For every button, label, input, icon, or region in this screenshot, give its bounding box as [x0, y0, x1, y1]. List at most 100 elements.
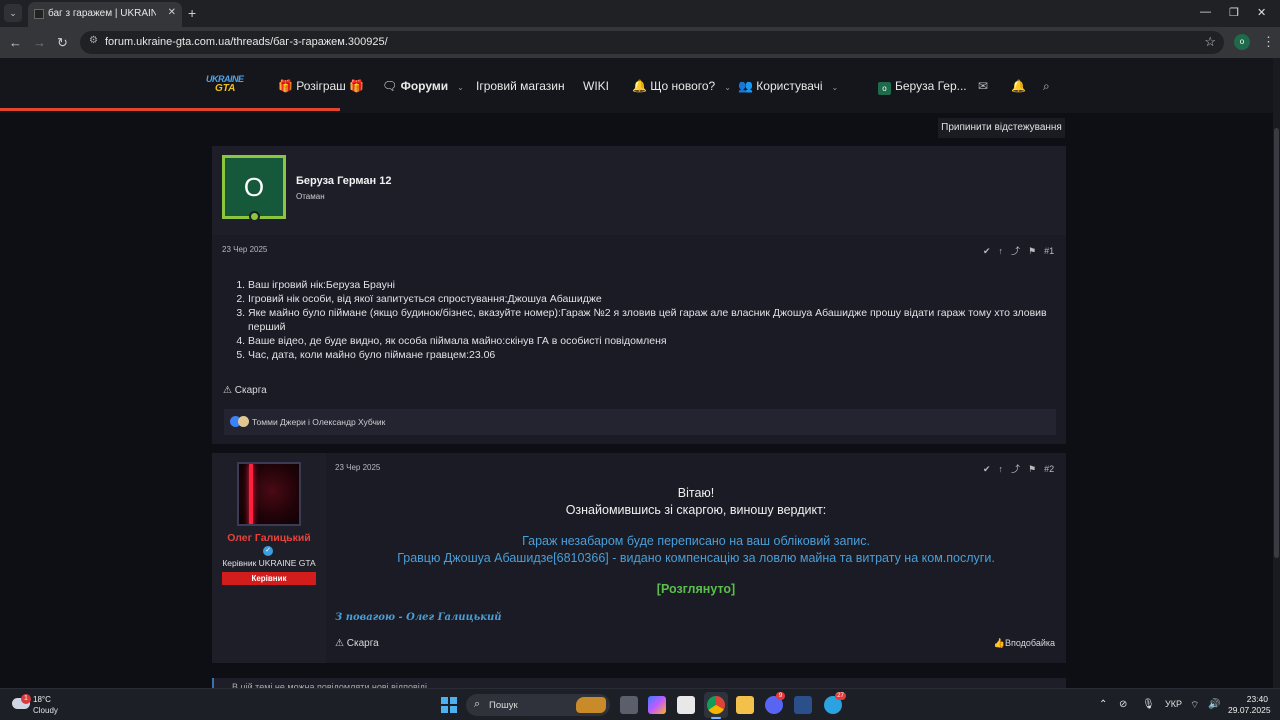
- post-1: O Беруза Герман 12 Отаман 23 Чер 2025 ✔ ↑…: [212, 146, 1066, 444]
- file-explorer-icon[interactable]: [736, 696, 754, 714]
- back-icon[interactable]: ←: [9, 35, 22, 50]
- reactions-bar[interactable]: Томми Джери і Олександр Хубчик: [224, 409, 1056, 435]
- verdict-intro: Ознайомившись зі скаргою, виношу вердикт…: [565, 503, 827, 517]
- check-icon[interactable]: ✔: [983, 464, 991, 474]
- volume-icon[interactable]: 🔊: [1208, 699, 1220, 710]
- list-item: Час, дата, коли майно було піймане гравц…: [248, 348, 1063, 362]
- chevron-down-icon[interactable]: ⌄: [724, 83, 731, 92]
- users-icon: 👥: [738, 79, 753, 93]
- author-name[interactable]: Беруза Герман 12: [296, 175, 391, 187]
- warning-icon: ⚠: [223, 385, 232, 396]
- windows-taskbar: 1 18°C Cloudy ⌕ Пошук 9 27 ⌃ ⊘ 🎙 УКР ⌔ 🔊…: [0, 688, 1280, 720]
- page-scrollbar[interactable]: [1273, 58, 1280, 688]
- microphone-icon[interactable]: 🎙: [1142, 699, 1155, 710]
- reactions-text[interactable]: Томми Джери і Олександр Хубчик: [252, 417, 385, 427]
- tab-search-button[interactable]: ⌄: [4, 4, 22, 22]
- site-info-icon[interactable]: ⚙: [86, 35, 101, 50]
- check-icon[interactable]: ✔: [983, 246, 991, 256]
- tab-close-icon[interactable]: ✕: [168, 7, 176, 18]
- chevron-up-icon[interactable]: ⌃: [1099, 699, 1107, 710]
- report-label: Скарга: [234, 385, 267, 396]
- upvote-icon[interactable]: ↑: [999, 464, 1004, 474]
- store-icon[interactable]: [677, 696, 695, 714]
- bookmark-icon[interactable]: ⚑: [1028, 464, 1036, 474]
- scrollbar-thumb[interactable]: [1274, 128, 1279, 558]
- bookmark-star-icon[interactable]: ☆: [1204, 34, 1216, 50]
- author-name[interactable]: Олег Галицький: [212, 532, 326, 544]
- nav-forums-label: Форуми: [400, 79, 449, 93]
- language-indicator[interactable]: УКР: [1165, 699, 1182, 709]
- nav-whats-new[interactable]: 🔔 Що нового? ⌄: [632, 79, 731, 93]
- account-menu[interactable]: o Беруза Гер...: [878, 79, 967, 95]
- chrome-icon[interactable]: [707, 696, 725, 714]
- laugh-reaction-icon: [238, 416, 249, 427]
- report-button[interactable]: ⚠ Скарга: [223, 385, 267, 396]
- nav-wiki[interactable]: WIKI: [583, 79, 609, 93]
- nav-giveaway[interactable]: 🎁 Розіграш 🎁: [278, 79, 364, 93]
- search-highlight-image: [576, 697, 606, 713]
- nav-whats-new-label: Що нового?: [650, 79, 716, 93]
- avatar[interactable]: O: [222, 155, 286, 222]
- search-icon[interactable]: ⌕: [1043, 79, 1050, 94]
- minimize-icon[interactable]: —: [1200, 6, 1211, 18]
- logo-text-bottom: GTA: [215, 83, 236, 94]
- taskbar-search[interactable]: ⌕ Пошук: [466, 694, 610, 716]
- avatar[interactable]: [237, 462, 301, 526]
- nav-giveaway-label: 🎁 Розіграш 🎁: [278, 79, 365, 93]
- chevron-down-icon[interactable]: ⌄: [457, 83, 464, 92]
- share-icon[interactable]: ⤴: [1011, 246, 1020, 256]
- site-favicon-icon: [34, 9, 44, 19]
- windows-start-icon[interactable]: [441, 697, 457, 713]
- restore-icon[interactable]: ❐: [1229, 6, 1239, 19]
- bookmark-icon[interactable]: ⚑: [1028, 246, 1036, 256]
- url-text[interactable]: forum.ukraine-gta.com.ua/threads/баг-з-г…: [105, 36, 388, 48]
- alerts-bell-icon[interactable]: 🔔: [1011, 79, 1026, 93]
- report-button[interactable]: ⚠ Скарга: [335, 638, 379, 649]
- share-icon[interactable]: ⤴: [1011, 464, 1020, 474]
- app-icon[interactable]: [794, 696, 812, 714]
- account-name: Беруза Гер...: [895, 79, 967, 93]
- post-date[interactable]: 23 Чер 2025: [222, 245, 267, 254]
- avatar-image: [249, 464, 253, 524]
- system-clock[interactable]: 23:40 29.07.2025: [1228, 694, 1271, 716]
- nav-members[interactable]: 👥 Користувачі ⌄: [738, 79, 838, 93]
- address-bar[interactable]: ⚙ forum.ukraine-gta.com.ua/threads/баг-з…: [80, 31, 1224, 54]
- post-2-body: 23 Чер 2025 ✔ ↑ ⤴ ⚑ #2 Вітаю! Ознайомившись …: [326, 453, 1066, 663]
- discord-badge: 9: [776, 692, 785, 700]
- post-number[interactable]: #2: [1044, 464, 1054, 474]
- site-logo[interactable]: UKRAINE GTA: [206, 74, 246, 96]
- wifi-icon[interactable]: ⌔: [1190, 699, 1199, 712]
- browser-menu-icon[interactable]: ⋮: [1262, 34, 1275, 50]
- verified-icon: ✓: [263, 546, 273, 556]
- report-label: Скарга: [346, 638, 379, 649]
- envelope-icon[interactable]: ✉: [978, 79, 988, 93]
- reload-icon[interactable]: ↻: [57, 35, 68, 51]
- post-date[interactable]: 23 Чер 2025: [335, 463, 380, 472]
- post-1-author-header: O Беруза Герман 12 Отаман: [212, 146, 1066, 235]
- network-off-icon[interactable]: ⊘: [1119, 699, 1127, 710]
- clock-date: 29.07.2025: [1228, 705, 1271, 715]
- nav-forums[interactable]: 🗨 Форуми ⌄: [382, 79, 464, 93]
- nav-store-label: Ігровий магазин: [476, 79, 565, 93]
- close-window-icon[interactable]: ✕: [1257, 6, 1266, 19]
- new-tab-button[interactable]: +: [188, 5, 196, 21]
- forward-icon[interactable]: →: [33, 35, 46, 50]
- nav-store[interactable]: Ігровий магазин: [476, 79, 565, 93]
- user-title: Отаман: [296, 192, 325, 201]
- profile-avatar[interactable]: o: [1234, 34, 1250, 50]
- task-view-icon[interactable]: [620, 696, 638, 714]
- like-button[interactable]: 👍Вподобайка: [994, 638, 1055, 649]
- list-item: Ваш ігровий нік:Беруза Брауні: [248, 278, 1063, 292]
- copilot-icon[interactable]: [648, 696, 666, 714]
- status-label: [Розглянуто]: [656, 582, 736, 596]
- stop-watching-button[interactable]: Припинити відстежування: [938, 118, 1065, 138]
- tab-title: баг з гаражем | UKRAINE GTA: [48, 8, 156, 19]
- weather-badge: 1: [21, 694, 31, 704]
- thumbs-up-icon: 👍: [993, 638, 1005, 648]
- chevron-down-icon[interactable]: ⌄: [832, 83, 839, 92]
- account-avatar: o: [878, 82, 891, 95]
- upvote-icon[interactable]: ↑: [999, 246, 1004, 256]
- browser-tab[interactable]: баг з гаражем | UKRAINE GTA ✕: [28, 2, 182, 27]
- post-number[interactable]: #1: [1044, 246, 1054, 256]
- browser-toolbar: ← → ↻ ⚙ forum.ukraine-gta.com.ua/threads…: [0, 27, 1280, 58]
